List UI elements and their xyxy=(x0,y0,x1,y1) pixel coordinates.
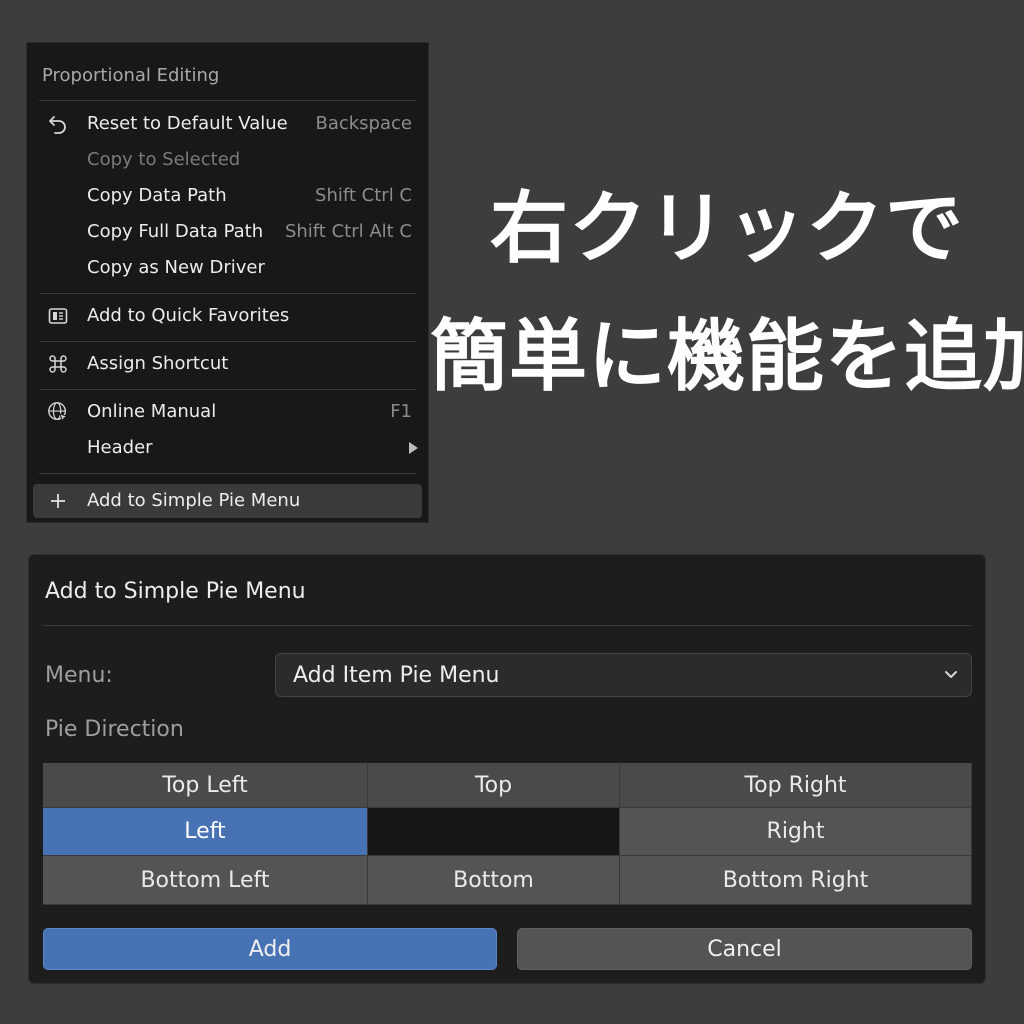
menu-item-label: Copy Data Path xyxy=(87,185,227,206)
menu-item-copy-as-new-driver[interactable]: Copy as New Driver xyxy=(33,251,422,285)
command-key-icon xyxy=(47,353,69,375)
direction-bottom[interactable]: Bottom xyxy=(368,856,620,905)
menu-label: Menu: xyxy=(45,663,113,688)
direction-center-empty xyxy=(368,808,620,856)
separator xyxy=(39,293,416,294)
globe-icon xyxy=(47,401,69,423)
pie-direction-grid: Top Left Top Top Right Left Right Bottom… xyxy=(43,763,972,905)
menu-item-label: Add to Simple Pie Menu xyxy=(87,490,301,511)
menu-item-label: Online Manual xyxy=(87,401,217,422)
separator xyxy=(39,100,416,101)
menu-item-shortcut: Shift Ctrl C xyxy=(315,185,412,206)
dialog-title: Add to Simple Pie Menu xyxy=(45,579,306,604)
reset-icon xyxy=(47,113,69,135)
direction-top[interactable]: Top xyxy=(368,763,620,808)
menu-item-label: Header xyxy=(87,437,153,458)
direction-top-left[interactable]: Top Left xyxy=(43,763,368,808)
chevron-down-icon xyxy=(941,664,961,684)
menu-item-copy-data-path[interactable]: Copy Data Path Shift Ctrl C xyxy=(33,179,422,213)
direction-top-right[interactable]: Top Right xyxy=(620,763,972,808)
direction-left[interactable]: Left xyxy=(43,808,368,856)
menu-item-add-quick-favorites[interactable]: Add to Quick Favorites xyxy=(33,299,422,333)
menu-select[interactable]: Add Item Pie Menu xyxy=(275,653,972,697)
submenu-arrow-icon xyxy=(409,442,418,454)
caption-line-1: 右クリックで xyxy=(489,184,964,274)
menu-item-reset-default[interactable]: Reset to Default Value Backspace xyxy=(33,107,422,141)
menu-item-label: Copy to Selected xyxy=(87,149,241,170)
menu-item-label: Copy Full Data Path xyxy=(87,221,264,242)
menu-item-assign-shortcut[interactable]: Assign Shortcut xyxy=(33,347,422,381)
separator xyxy=(39,389,416,390)
menu-item-label: Add to Quick Favorites xyxy=(87,305,290,326)
menu-item-label: Reset to Default Value xyxy=(87,113,288,134)
plus-icon xyxy=(47,490,69,512)
add-to-pie-menu-dialog: Add to Simple Pie Menu Menu: Add Item Pi… xyxy=(28,554,986,984)
menu-item-add-to-simple-pie-menu[interactable]: Add to Simple Pie Menu xyxy=(33,484,422,518)
menu-item-copy-to-selected: Copy to Selected xyxy=(33,143,422,177)
separator xyxy=(39,473,416,474)
menu-item-header[interactable]: Header xyxy=(33,431,422,465)
context-menu-title: Proportional Editing xyxy=(42,65,220,86)
context-menu: Proportional Editing Reset to Default Va… xyxy=(26,42,429,523)
caption-line-2: 簡単に機能を追加 xyxy=(430,312,1024,402)
direction-right[interactable]: Right xyxy=(620,808,972,856)
menu-item-label: Assign Shortcut xyxy=(87,353,229,374)
direction-bottom-right[interactable]: Bottom Right xyxy=(620,856,972,905)
pie-direction-label: Pie Direction xyxy=(45,717,184,742)
add-button[interactable]: Add xyxy=(43,928,497,970)
menu-item-shortcut: F1 xyxy=(390,401,412,422)
menu-item-label: Copy as New Driver xyxy=(87,257,265,278)
menu-item-shortcut: Shift Ctrl Alt C xyxy=(284,221,412,242)
separator xyxy=(43,625,971,626)
menu-select-value: Add Item Pie Menu xyxy=(293,663,500,688)
cancel-button[interactable]: Cancel xyxy=(517,928,972,970)
quick-favorites-icon xyxy=(47,305,69,327)
menu-item-online-manual[interactable]: Online Manual F1 xyxy=(33,395,422,429)
separator xyxy=(39,341,416,342)
menu-item-shortcut: Backspace xyxy=(315,113,412,134)
menu-item-copy-full-data-path[interactable]: Copy Full Data Path Shift Ctrl Alt C xyxy=(33,215,422,249)
direction-bottom-left[interactable]: Bottom Left xyxy=(43,856,368,905)
